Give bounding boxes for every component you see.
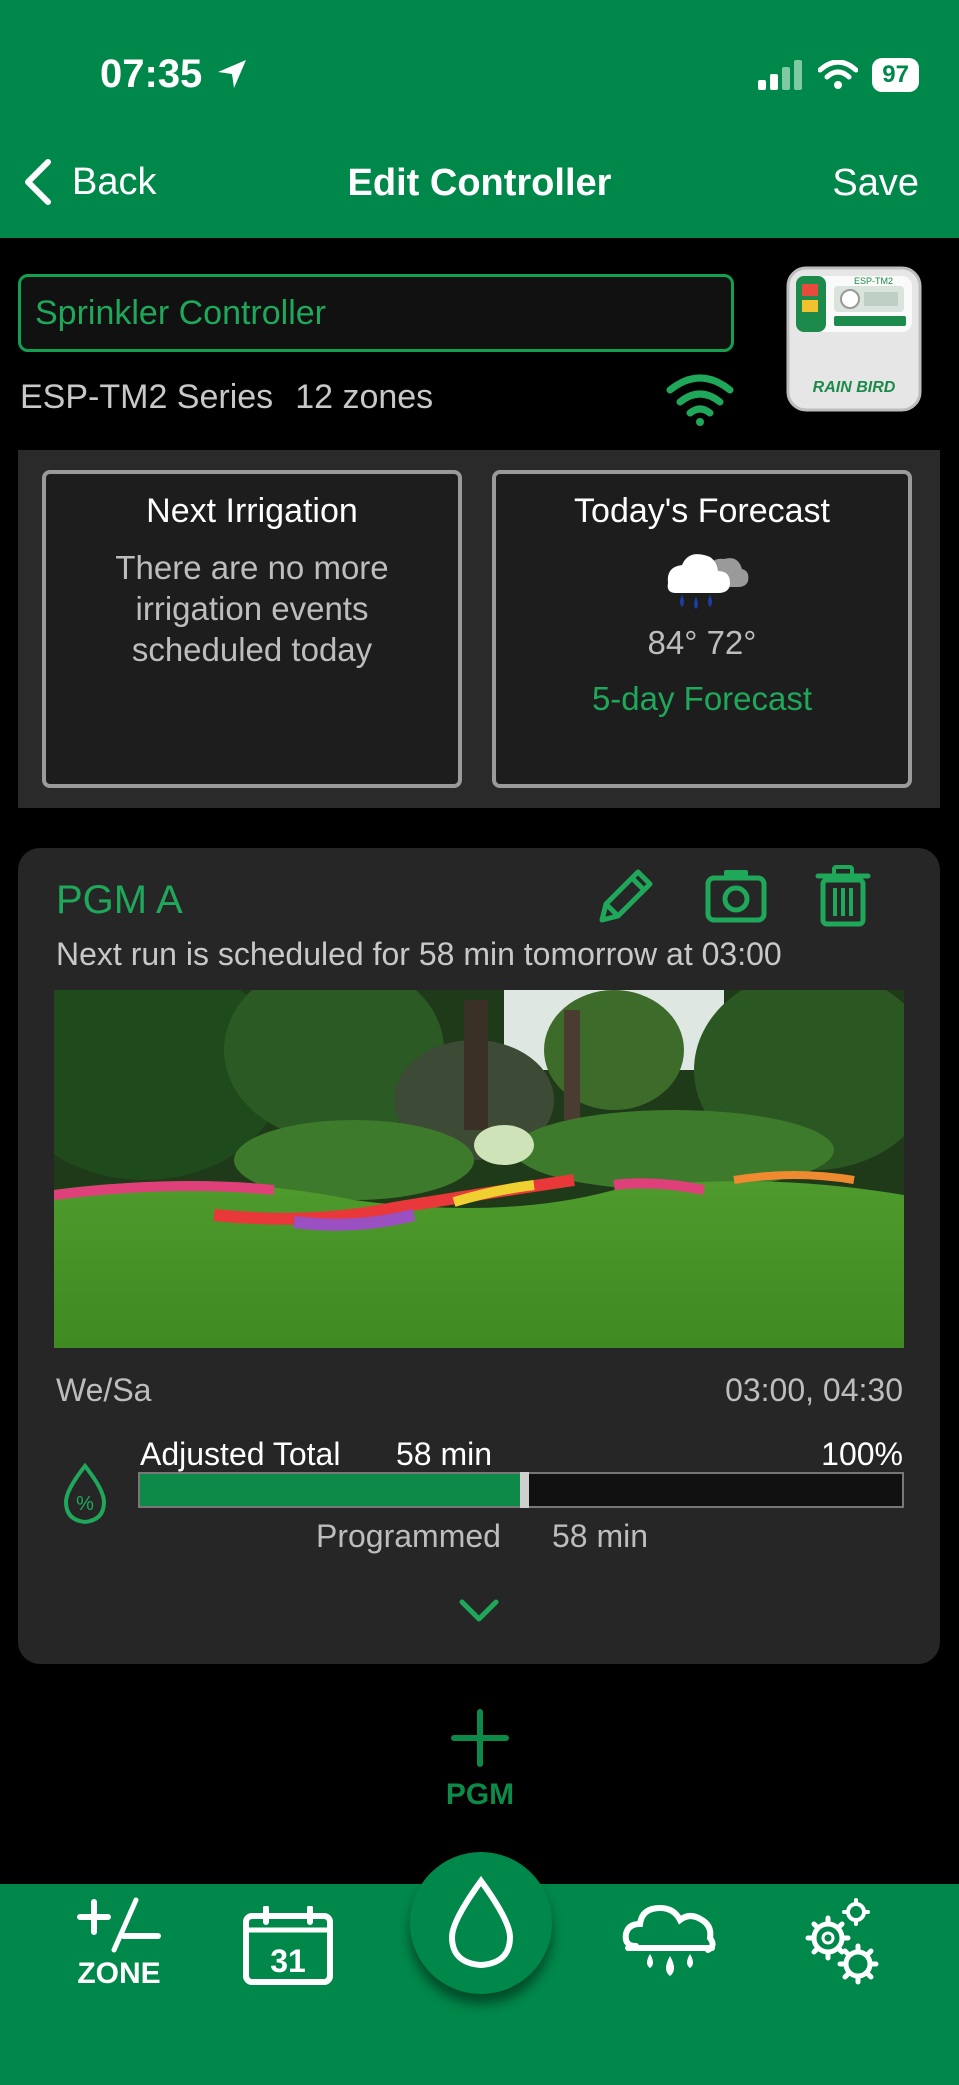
delete-trash-icon[interactable] xyxy=(814,864,872,928)
water-percent-icon: % xyxy=(63,1462,107,1525)
forecast-title: Today's Forecast xyxy=(574,492,830,530)
device-brand: RAIN BIRD xyxy=(813,379,896,396)
adjusted-total-bar xyxy=(138,1472,904,1508)
program-next-run: Next run is scheduled for 58 min tomorro… xyxy=(56,936,782,972)
program-days: We/Sa xyxy=(56,1372,152,1408)
camera-icon[interactable] xyxy=(704,864,768,928)
programmed-marker xyxy=(520,1472,529,1508)
svg-text:%: % xyxy=(76,1493,94,1515)
program-actions xyxy=(594,864,872,928)
location-arrow-icon xyxy=(218,60,246,88)
forecast-card[interactable]: Today's Forecast 84° 72° 5-day Forecast xyxy=(492,470,912,788)
five-day-forecast-link[interactable]: 5-day Forecast xyxy=(496,680,908,718)
water-now-button[interactable] xyxy=(410,1852,552,1994)
program-start-times: 03:00, 04:30 xyxy=(725,1372,903,1408)
chevron-left-icon xyxy=(25,159,51,205)
next-irrigation-title: Next Irrigation xyxy=(146,492,358,530)
next-irrigation-card: Next Irrigation There are no more irriga… xyxy=(42,470,462,788)
plus-icon xyxy=(451,1709,509,1767)
rain-cloud-icon xyxy=(667,554,749,609)
back-label: Back xyxy=(72,160,157,203)
controller-model: ESP-TM2 Series 12 zones xyxy=(20,378,455,417)
expand-chevron-down-icon[interactable] xyxy=(458,1596,500,1626)
model-name: ESP-TM2 Series xyxy=(20,378,274,416)
adjusted-total-value: 58 min xyxy=(396,1436,493,1472)
calendar-day: 31 xyxy=(270,1943,306,1979)
programmed-label: Programmed xyxy=(316,1518,501,1554)
next-irrigation-message: There are no more irrigation events sche… xyxy=(115,549,389,668)
forecast-temps: 84° 72° xyxy=(647,624,757,661)
status-time: 07:35 xyxy=(100,52,203,96)
add-program-label: PGM xyxy=(445,1778,515,1811)
programmed-value: 58 min xyxy=(552,1518,649,1554)
tab-zone[interactable]: ZONE xyxy=(74,1896,164,1991)
tab-zone-label: ZONE xyxy=(77,1957,161,1990)
program-garden-photo[interactable] xyxy=(54,990,904,1348)
tab-weather[interactable] xyxy=(620,1898,720,1993)
controller-wifi-icon xyxy=(666,374,734,426)
back-button[interactable]: Back xyxy=(20,158,156,206)
wifi-status-icon xyxy=(818,60,859,89)
adjusted-total-label: Adjusted Total xyxy=(140,1436,341,1472)
device-model-badge: ESP-TM2 xyxy=(854,276,893,286)
zone-count: 12 zones xyxy=(295,378,434,416)
status-indicators: 97 xyxy=(758,58,919,92)
water-drop-icon xyxy=(448,1875,514,1969)
controller-name-input[interactable] xyxy=(18,274,734,352)
settings-gears-icon xyxy=(805,1898,879,1985)
calendar-icon: 31 xyxy=(243,1905,333,1985)
add-program-button[interactable]: PGM xyxy=(420,1706,540,1812)
save-button[interactable]: Save xyxy=(832,162,919,205)
program-name: PGM A xyxy=(56,878,183,922)
cellular-signal-icon xyxy=(758,60,803,90)
plus-minus-icon xyxy=(77,1897,161,1953)
battery-level: 97 xyxy=(872,58,919,92)
adjust-percent: 100% xyxy=(821,1436,903,1472)
tab-calendar[interactable]: 31 xyxy=(242,1905,334,1991)
adjusted-total-bar-fill xyxy=(140,1474,521,1506)
weather-icon xyxy=(622,1904,716,1976)
controller-device-image[interactable]: ESP-TM2 RAIN BIRD xyxy=(784,264,924,414)
edit-pencil-icon[interactable] xyxy=(594,864,658,928)
tab-settings[interactable] xyxy=(796,1898,886,1993)
